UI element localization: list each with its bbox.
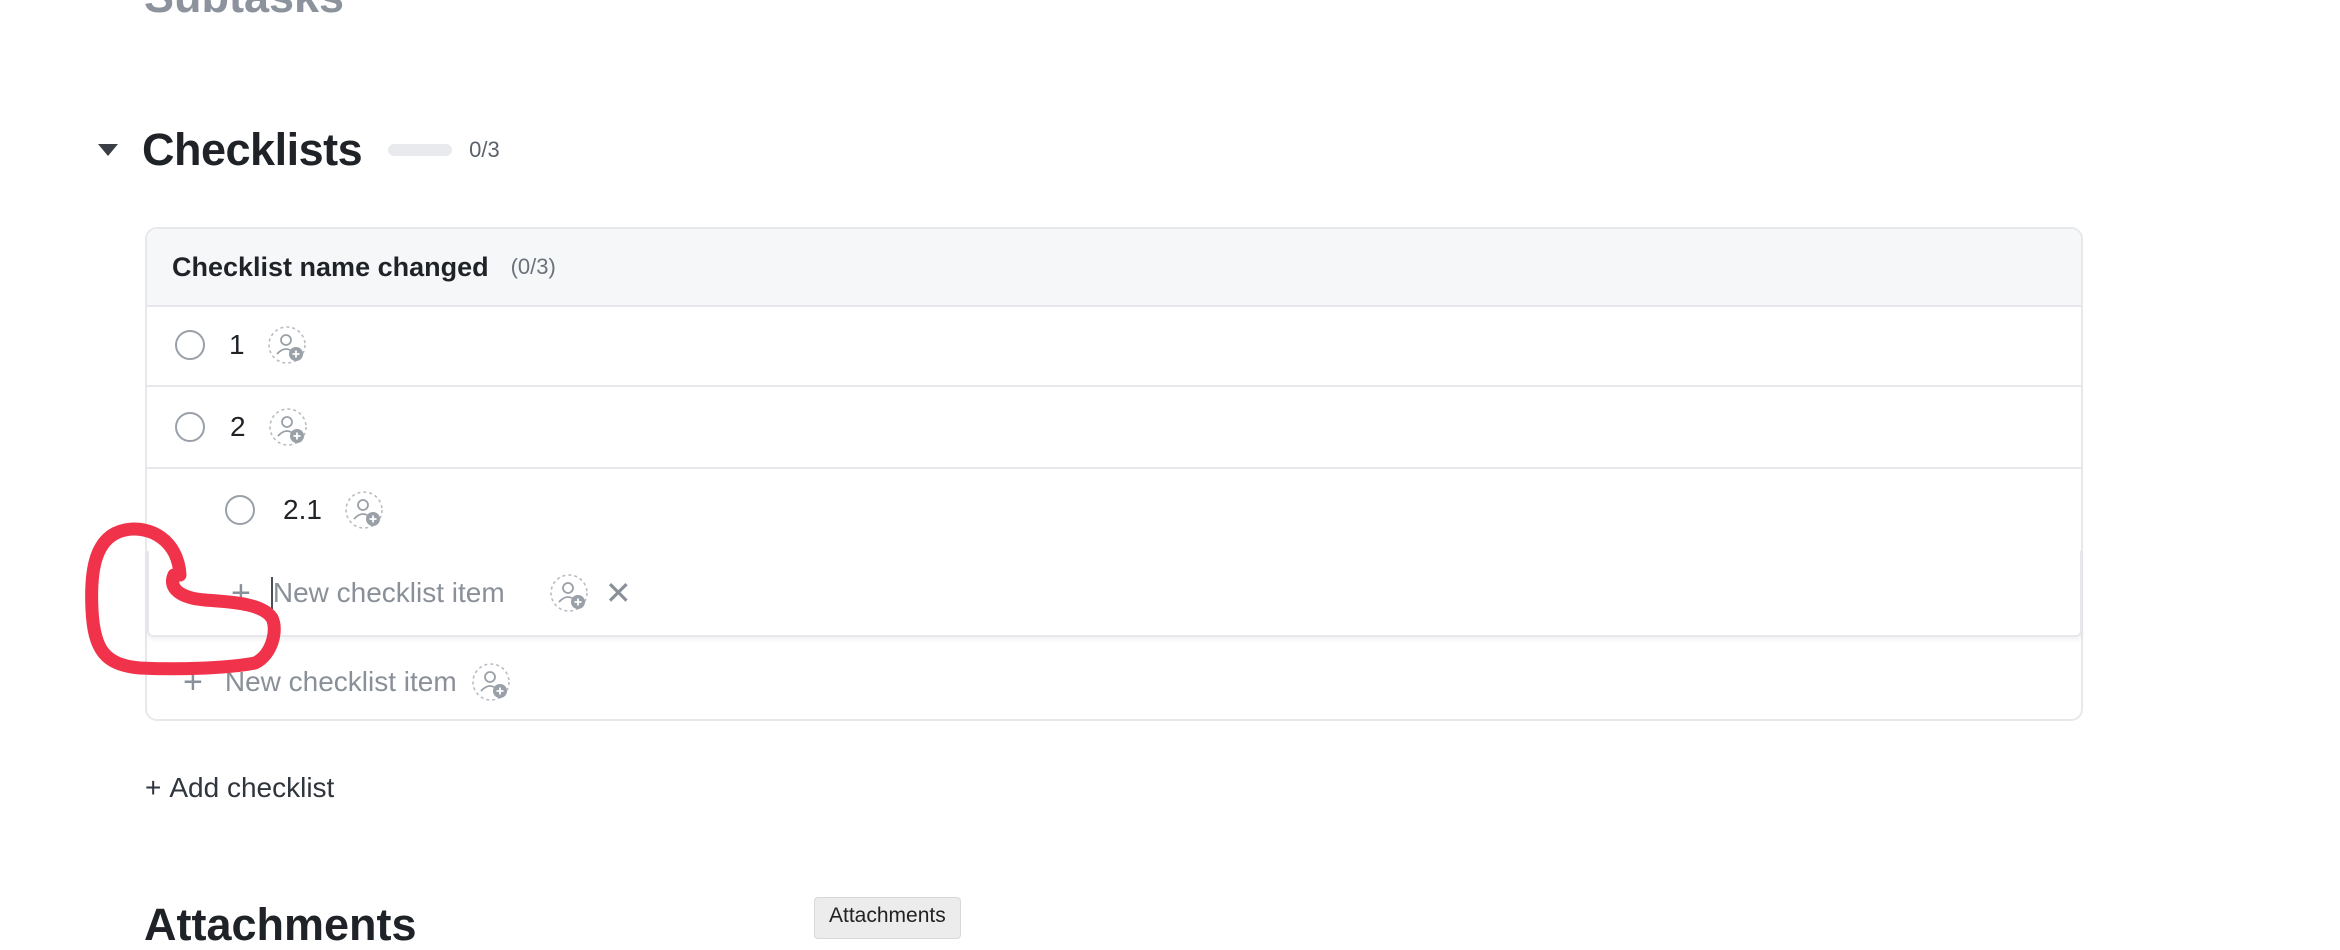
subtasks-heading: Subtasks [144,0,344,19]
attachments-heading: Attachments [144,899,417,950]
checklists-progress-bar [388,144,453,156]
item-label: 2.1 [283,494,322,525]
checklist-header[interactable]: Checklist name changed (0/3) [147,229,2081,307]
new-item-text: New checklist item [224,666,457,697]
item-label: 2 [230,411,246,442]
assign-user-icon[interactable] [268,407,308,447]
new-item-editor-row: + ✕ [147,551,2082,637]
section-title: Checklists [142,124,363,175]
tooltip: Attachments [814,897,961,939]
item-checkbox[interactable] [175,330,205,360]
close-icon[interactable]: ✕ [605,577,632,609]
checklist-title: Checklist name changed [172,251,489,282]
plus-icon: + [231,574,251,612]
progress-text: 0/3 [469,137,500,162]
item-checkbox[interactable] [225,495,255,525]
assign-user-icon[interactable] [344,490,384,530]
checklists-section-header: Checklists 0/3 [98,118,500,182]
plus-icon: + [183,663,203,701]
add-checklist-label: Add checklist [169,772,335,803]
plus-icon: + [145,772,162,803]
assign-user-icon[interactable] [267,325,307,365]
item-checkbox[interactable] [175,412,205,442]
add-checklist-button[interactable]: + Add checklist [145,772,342,804]
checklist-item[interactable]: 2 [147,387,2081,469]
checklist-item[interactable]: 1 [147,305,2081,387]
assign-user-icon[interactable] [471,662,511,702]
caret-down-icon[interactable] [98,144,118,156]
add-item-row[interactable]: + New checklist item [147,641,2081,723]
assign-user-icon[interactable] [549,573,589,613]
checklist-card: Checklist name changed (0/3) 1 2 2.1 + N… [145,227,2083,721]
checklist-item[interactable]: 2.1 [147,469,2081,551]
item-label: 1 [229,329,245,360]
new-item-input[interactable] [270,577,535,609]
checklist-count: (0/3) [510,254,556,279]
